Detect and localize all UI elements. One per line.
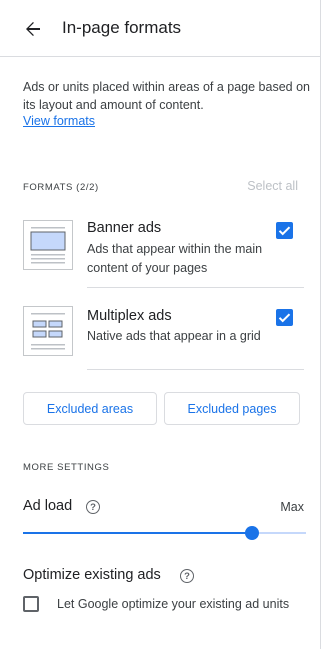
multiplex-ads-title: Multiplex ads <box>87 308 172 324</box>
help-glyph: ? <box>184 570 190 582</box>
banner-ads-title: Banner ads <box>87 220 162 236</box>
multiplex-ads-description: Native ads that appear in a grid <box>87 329 261 343</box>
ad-load-slider-fill <box>23 532 253 534</box>
ad-load-label: Ad load <box>23 498 73 514</box>
arrow-left-icon <box>26 22 40 36</box>
multiplex-ads-thumbnail <box>23 306 73 356</box>
view-formats-link[interactable]: View formats <box>23 114 95 128</box>
select-all-button[interactable]: Select all <box>247 179 298 193</box>
banner-ads-description: Ads that appear within the main content … <box>87 242 263 275</box>
formats-section-label: FORMATS (2/2) <box>23 182 99 193</box>
format-divider <box>87 369 304 370</box>
excluded-pages-button[interactable]: Excluded pages <box>164 392 300 425</box>
multiplex-ads-checkbox[interactable] <box>276 309 293 326</box>
ad-load-slider-thumb[interactable] <box>245 526 260 540</box>
format-divider <box>87 287 304 288</box>
grid-layout-icon <box>31 313 65 350</box>
optimize-existing-ads-checkbox[interactable] <box>23 596 39 612</box>
help-icon[interactable]: ? <box>86 500 100 514</box>
panel-header: In-page formats <box>0 0 320 57</box>
ad-load-slider-track[interactable] <box>23 532 306 534</box>
more-settings-label: MORE SETTINGS <box>23 462 110 473</box>
optimize-existing-ads-title: Optimize existing ads <box>23 567 161 583</box>
excluded-areas-button[interactable]: Excluded areas <box>23 392 157 425</box>
back-button[interactable] <box>20 16 46 42</box>
banner-layout-icon <box>30 227 66 264</box>
banner-ads-thumbnail <box>23 220 73 270</box>
banner-ads-checkbox[interactable] <box>276 222 293 239</box>
intro-description: Ads or units placed within areas of a pa… <box>23 80 310 112</box>
checkmark-icon <box>278 313 291 323</box>
help-icon[interactable]: ? <box>180 569 194 583</box>
help-glyph: ? <box>90 501 96 513</box>
ad-load-max-label: Max <box>280 500 304 514</box>
checkmark-icon <box>278 226 291 236</box>
panel: In-page formats Ads or units placed with… <box>0 0 321 649</box>
page-title: In-page formats <box>62 18 182 37</box>
optimize-existing-ads-label: Let Google optimize your existing ad uni… <box>57 597 290 611</box>
